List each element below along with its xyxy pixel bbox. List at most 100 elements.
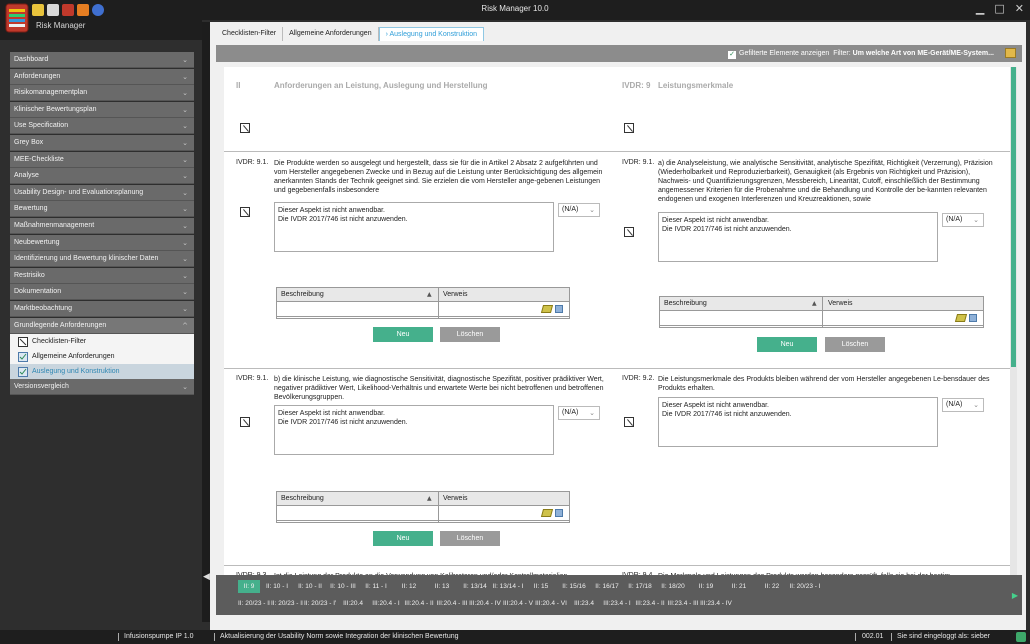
section-tab[interactable]: II: 11 - I xyxy=(360,580,392,593)
new-button[interactable]: Neu xyxy=(757,337,817,352)
sidebar-item-neubewertung[interactable]: Neubewertung ⌄ xyxy=(10,234,194,251)
column-header-beschreibung[interactable]: Beschreibung xyxy=(281,492,324,506)
risk-manager-logo-icon[interactable] xyxy=(5,3,29,33)
applicability-select[interactable]: (N/A) ⌄ xyxy=(558,406,600,420)
section-tab[interactable]: II: 22 xyxy=(756,580,788,593)
sidebar-item-klinischer-bewertungsplan[interactable]: Klinischer Bewertungsplan ⌄ xyxy=(10,101,194,118)
sidebar-item-grey-box[interactable]: Grey Box ⌄ xyxy=(10,134,194,151)
sort-icon[interactable]: ▲ xyxy=(427,492,432,506)
section-tab[interactable]: III:20.4 - V xyxy=(502,597,534,610)
section-tab[interactable]: III:20.4 - II xyxy=(403,597,435,610)
sort-icon[interactable]: ▲ xyxy=(812,297,817,311)
applicability-select[interactable]: (N/A) ⌄ xyxy=(942,398,984,412)
edit-icon[interactable] xyxy=(969,314,977,322)
applicability-select[interactable]: (N/A) ⌄ xyxy=(942,213,984,227)
section-tab[interactable]: II: 13/14 - I xyxy=(492,580,524,593)
sidebar-item-grundlegende-anforderungen[interactable]: Grundlegende Anforderungen ^ xyxy=(10,317,194,334)
sidebar-item-massnahmenmanagement[interactable]: Maßnahmenmanagement ⌄ xyxy=(10,217,194,234)
settings-icon[interactable] xyxy=(77,4,89,16)
answer-field[interactable]: Dieser Aspekt ist nicht anwendbar. Die I… xyxy=(274,405,554,455)
section-tab[interactable]: II: 21 xyxy=(723,580,755,593)
section-tab[interactable]: II: 10 - II xyxy=(294,580,326,593)
table-row[interactable] xyxy=(277,302,569,317)
section-tab[interactable]: III:20.4 - VI xyxy=(535,597,567,610)
delete-button[interactable]: Löschen xyxy=(440,327,500,342)
new-button[interactable]: Neu xyxy=(373,531,433,546)
folder-icon[interactable] xyxy=(32,4,44,16)
column-header-verweis[interactable]: Verweis xyxy=(443,492,468,506)
section-tab[interactable]: II: 9 xyxy=(238,580,260,593)
sidebar-item-risikomanagementplan[interactable]: Risikomanagementplan ⌄ xyxy=(10,85,194,102)
section-tab[interactable]: II: 10 - III xyxy=(327,580,359,593)
table-row[interactable] xyxy=(660,311,983,326)
document-icon[interactable] xyxy=(47,4,59,16)
section-tab[interactable]: II: 10 - I xyxy=(261,580,293,593)
sidebar-subitem-checklisten-filter[interactable]: Checklisten-Filter xyxy=(10,334,194,349)
sidebar-subitem-allgemeine-anforderungen[interactable]: Allgemeine Anforderungen xyxy=(10,349,194,364)
not-applicable-icon[interactable] xyxy=(240,207,250,217)
sidebar-subitem-auslegung-konstruktion[interactable]: Auslegung und Konstruktion xyxy=(10,364,194,380)
edit-icon[interactable] xyxy=(555,305,563,313)
section-tab[interactable]: III:23.4 xyxy=(568,597,600,610)
not-applicable-icon[interactable] xyxy=(624,417,634,427)
column-header-beschreibung[interactable]: Beschreibung xyxy=(664,297,707,311)
section-tab[interactable]: III:20.4 - I xyxy=(370,597,402,610)
applicability-select[interactable]: (N/A) ⌄ xyxy=(558,203,600,217)
not-applicable-icon[interactable] xyxy=(624,123,634,133)
section-tab[interactable]: III:23.4 - IV xyxy=(700,597,732,610)
section-tab[interactable]: III:20.4 - III xyxy=(436,597,468,610)
user-icon[interactable] xyxy=(1016,632,1026,642)
vertical-scrollbar[interactable] xyxy=(1010,67,1017,590)
help-icon[interactable] xyxy=(92,4,104,16)
sidebar-item-bewertung[interactable]: Bewertung ⌄ xyxy=(10,201,194,218)
sidebar-item-mee-checkliste[interactable]: MEE-Checkliste ⌄ xyxy=(10,151,194,168)
column-header-verweis[interactable]: Verweis xyxy=(828,297,853,311)
section-tab[interactable]: III:23.4 - II xyxy=(634,597,666,610)
edit-icon[interactable] xyxy=(555,509,563,517)
sidebar-item-marktbeobachtung[interactable]: Marktbeobachtung ⌄ xyxy=(10,300,194,317)
filter-value[interactable]: Um welche Art von ME-Gerät/ME-System... xyxy=(853,50,994,57)
tools-icon[interactable] xyxy=(62,4,74,16)
sidebar-item-versionsvergleich[interactable]: Versionsvergleich ⌄ xyxy=(10,379,194,396)
folder-icon[interactable] xyxy=(1005,48,1016,58)
sidebar-item-analyse[interactable]: Analyse ⌄ xyxy=(10,168,194,185)
link-icon[interactable] xyxy=(540,509,554,517)
not-applicable-icon[interactable] xyxy=(624,227,634,237)
section-tab[interactable]: II: 13 xyxy=(426,580,458,593)
section-tab[interactable]: III:20.4 - IV xyxy=(469,597,501,610)
tab-checklisten-filter[interactable]: Checklisten-Filter xyxy=(216,27,284,41)
sidebar-item-dashboard[interactable]: Dashboard ⌄ xyxy=(10,52,194,68)
sidebar-item-anforderungen[interactable]: Anforderungen ⌄ xyxy=(10,68,194,85)
sidebar-item-restrisiko[interactable]: Restrisiko ⌄ xyxy=(10,267,194,284)
sidebar-item-usability-design[interactable]: Usability Design- und Evaluationsplanung… xyxy=(10,184,194,201)
not-applicable-icon[interactable] xyxy=(240,123,250,133)
column-header-verweis[interactable]: Verweis xyxy=(443,288,468,302)
tab-auslegung-konstruktion[interactable]: › Auslegung und Konstruktion xyxy=(378,27,485,41)
section-tab[interactable]: II: 13/14 xyxy=(459,580,491,593)
section-tab[interactable]: II: 12 xyxy=(393,580,425,593)
sidebar-item-klinische-daten[interactable]: Identifizierung und Bewertung klinischer… xyxy=(10,251,194,268)
column-header-beschreibung[interactable]: Beschreibung xyxy=(281,288,324,302)
not-applicable-icon[interactable] xyxy=(240,417,250,427)
sidebar-item-dokumentation[interactable]: Dokumentation ⌄ xyxy=(10,284,194,301)
maximize-button[interactable]: □ xyxy=(994,2,1004,15)
minimize-button[interactable]: ▁ xyxy=(976,2,984,15)
delete-button[interactable]: Löschen xyxy=(440,531,500,546)
answer-field[interactable]: Dieser Aspekt ist nicht anwendbar. Die I… xyxy=(274,202,554,252)
delete-button[interactable]: Löschen xyxy=(825,337,885,352)
section-tab[interactable]: II: 20/23 - II xyxy=(238,597,270,610)
answer-field[interactable]: Dieser Aspekt ist nicht anwendbar. Die I… xyxy=(658,212,938,262)
section-tab[interactable]: II: 15/16 xyxy=(558,580,590,593)
section-tab[interactable]: II: 20/23 - III xyxy=(271,597,303,610)
new-button[interactable]: Neu xyxy=(373,327,433,342)
scrollbar-thumb[interactable] xyxy=(1011,67,1016,367)
section-tab[interactable]: II: 20/23 - I xyxy=(789,580,821,593)
link-icon[interactable] xyxy=(954,314,968,322)
answer-field[interactable]: Dieser Aspekt ist nicht anwendbar. Die I… xyxy=(658,397,938,447)
collapse-arrow-icon[interactable]: ◀ xyxy=(203,572,210,582)
sort-icon[interactable]: ▲ xyxy=(427,288,432,302)
section-tab[interactable]: III:23.4 - I xyxy=(601,597,633,610)
show-filtered-checkbox[interactable]: ✓ xyxy=(728,51,737,59)
section-tab[interactable]: II: 17/18 xyxy=(624,580,656,593)
section-tab[interactable]: II: 19 xyxy=(690,580,722,593)
